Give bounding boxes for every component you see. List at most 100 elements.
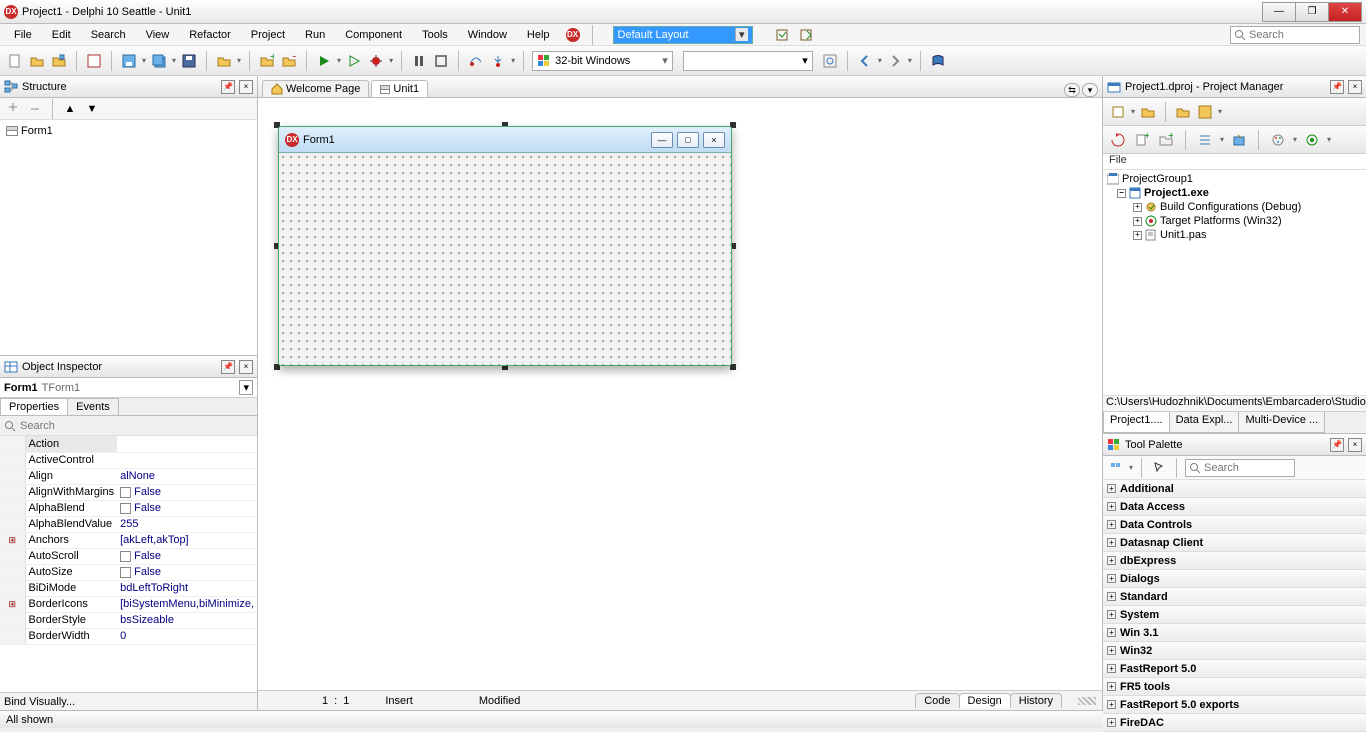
expand-icon[interactable]: + xyxy=(1133,231,1142,240)
pt-build-config[interactable]: + Build Configurations (Debug) xyxy=(1107,200,1362,214)
nav-back-dropdown[interactable]: ▾ xyxy=(878,56,882,65)
palette-list[interactable]: +Additional+Data Access+Data Controls+Da… xyxy=(1103,480,1366,732)
collapse-icon[interactable]: − xyxy=(1117,189,1126,198)
pause-icon[interactable] xyxy=(410,52,428,70)
ctab-history[interactable]: History xyxy=(1010,693,1062,708)
pin-icon[interactable]: 📌 xyxy=(221,80,235,94)
pin-icon[interactable]: 📌 xyxy=(1330,80,1344,94)
menu-tools[interactable]: Tools xyxy=(414,27,456,43)
open-folder-icon[interactable] xyxy=(215,52,233,70)
layout-combo[interactable]: Default Layout ▾ xyxy=(613,26,753,44)
form-client-area[interactable] xyxy=(279,153,731,365)
tab-properties[interactable]: Properties xyxy=(0,398,68,415)
prop-row[interactable]: BiDiModebdLeftToRight xyxy=(0,580,257,596)
prop-row[interactable]: Action xyxy=(0,436,257,452)
debug-dropdown-icon[interactable]: ▾ xyxy=(389,56,393,65)
pt-target-platforms[interactable]: + Target Platforms (Win32) xyxy=(1107,214,1362,228)
menu-help[interactable]: Help xyxy=(519,27,558,43)
reload-icon[interactable] xyxy=(821,52,839,70)
tab-menu-icon[interactable]: ▾ xyxy=(1082,83,1098,97)
design-surface[interactable]: DX Form1 — □ × xyxy=(258,98,1102,690)
pal-category-icon[interactable] xyxy=(1107,459,1125,477)
menu-view[interactable]: View xyxy=(138,27,178,43)
form-minimize-button[interactable]: — xyxy=(651,132,673,148)
run-icon[interactable] xyxy=(315,52,333,70)
prop-row[interactable]: ⊞BorderIcons[biSystemMenu,biMinimize, xyxy=(0,596,257,612)
platform-combo[interactable]: 32-bit Windows ▾ xyxy=(532,51,673,71)
palette-category[interactable]: +dbExpress xyxy=(1103,552,1366,570)
nav-fwd-dropdown[interactable]: ▾ xyxy=(908,56,912,65)
menu-project[interactable]: Project xyxy=(243,27,293,43)
property-grid[interactable]: ActionActiveControlAlignalNoneAlignWithM… xyxy=(0,436,257,692)
palette-category[interactable]: +Data Access xyxy=(1103,498,1366,516)
pm-open-icon[interactable] xyxy=(1139,103,1157,121)
resize-handle-icon[interactable] xyxy=(1078,697,1096,705)
pal-cursor-icon[interactable] xyxy=(1150,459,1168,477)
menu-window[interactable]: Window xyxy=(460,27,515,43)
palette-category[interactable]: +Additional xyxy=(1103,480,1366,498)
maximize-button[interactable]: ❐ xyxy=(1295,2,1329,22)
palette-category[interactable]: +FastReport 5.0 xyxy=(1103,660,1366,678)
palette-search-input[interactable] xyxy=(1185,459,1295,477)
ctab-code[interactable]: Code xyxy=(915,693,959,708)
palette-category[interactable]: +Win32 xyxy=(1103,642,1366,660)
open-project-icon[interactable] xyxy=(50,52,68,70)
prop-row[interactable]: AlphaBlendValue255 xyxy=(0,516,257,532)
close-panel-icon[interactable]: × xyxy=(1348,438,1362,452)
expand-icon[interactable]: + xyxy=(1133,203,1142,212)
save-all-icon[interactable] xyxy=(150,52,168,70)
struct-down-icon[interactable]: ▼ xyxy=(83,100,101,118)
inspector-selector[interactable]: Form1 TForm1 ▾ xyxy=(0,378,257,398)
palette-category[interactable]: +FireDAC xyxy=(1103,714,1366,732)
pm-viewlist-icon[interactable] xyxy=(1196,131,1214,149)
close-panel-icon[interactable]: × xyxy=(239,360,253,374)
global-search-input[interactable] xyxy=(1230,26,1360,44)
ctab-design[interactable]: Design xyxy=(959,693,1011,708)
bind-visually-link[interactable]: Bind Visually... xyxy=(0,692,257,710)
target-combo[interactable]: ▾ xyxy=(683,51,813,71)
open-dropdown-icon[interactable]: ▾ xyxy=(237,56,241,65)
form-close-button[interactable]: × xyxy=(703,132,725,148)
btab-dataexpl[interactable]: Data Expl... xyxy=(1169,412,1240,433)
prop-row[interactable]: ActiveControl xyxy=(0,452,257,468)
open-file-icon[interactable] xyxy=(28,52,46,70)
menu-refactor[interactable]: Refactor xyxy=(181,27,239,43)
palette-category[interactable]: +System xyxy=(1103,606,1366,624)
step-over-icon[interactable] xyxy=(467,52,485,70)
pm-build-icon[interactable] xyxy=(1230,131,1248,149)
prop-row[interactable]: AlphaBlendFalse xyxy=(0,500,257,516)
save-icon[interactable] xyxy=(120,52,138,70)
palette-category[interactable]: +Standard xyxy=(1103,588,1366,606)
run-dropdown-icon[interactable]: ▾ xyxy=(337,56,341,65)
debug-icon[interactable] xyxy=(367,52,385,70)
form-designer[interactable]: DX Form1 — □ × xyxy=(274,122,736,370)
close-button[interactable]: ✕ xyxy=(1328,2,1362,22)
pt-projectgroup[interactable]: ProjectGroup1 xyxy=(1107,172,1362,186)
menu-run[interactable]: Run xyxy=(297,27,333,43)
prop-row[interactable]: AutoSizeFalse xyxy=(0,564,257,580)
step-into-icon[interactable] xyxy=(489,52,507,70)
pm-addfolder-icon[interactable]: + xyxy=(1157,131,1175,149)
prop-row[interactable]: AutoScrollFalse xyxy=(0,548,257,564)
prop-row[interactable]: BorderWidth0 xyxy=(0,628,257,644)
palette-category[interactable]: +FR5 tools xyxy=(1103,678,1366,696)
btab-multidevice[interactable]: Multi-Device ... xyxy=(1238,412,1325,433)
new-file-icon[interactable] xyxy=(6,52,24,70)
palette-category[interactable]: +Win 3.1 xyxy=(1103,624,1366,642)
form-maximize-button[interactable]: □ xyxy=(677,132,699,148)
structure-node-form1[interactable]: Form1 xyxy=(4,124,253,138)
step-dropdown-icon[interactable]: ▾ xyxy=(511,56,515,65)
run-no-debug-icon[interactable] xyxy=(345,52,363,70)
save-disk-icon[interactable] xyxy=(180,52,198,70)
prop-row[interactable]: BorderStylebsSizeable xyxy=(0,612,257,628)
stop-icon[interactable] xyxy=(432,52,450,70)
struct-expand-icon[interactable] xyxy=(4,100,22,118)
palette-category[interactable]: +Dialogs xyxy=(1103,570,1366,588)
palette-category[interactable]: +Datasnap Client xyxy=(1103,534,1366,552)
expand-icon[interactable]: + xyxy=(1133,217,1142,226)
remove-file-icon[interactable]: − xyxy=(280,52,298,70)
menu-search[interactable]: Search xyxy=(83,27,134,43)
dx-help-icon[interactable]: DX xyxy=(566,28,580,42)
pin-icon[interactable]: 📌 xyxy=(221,360,235,374)
project-tree[interactable]: ProjectGroup1 − Project1.exe + Build Con… xyxy=(1103,170,1366,395)
